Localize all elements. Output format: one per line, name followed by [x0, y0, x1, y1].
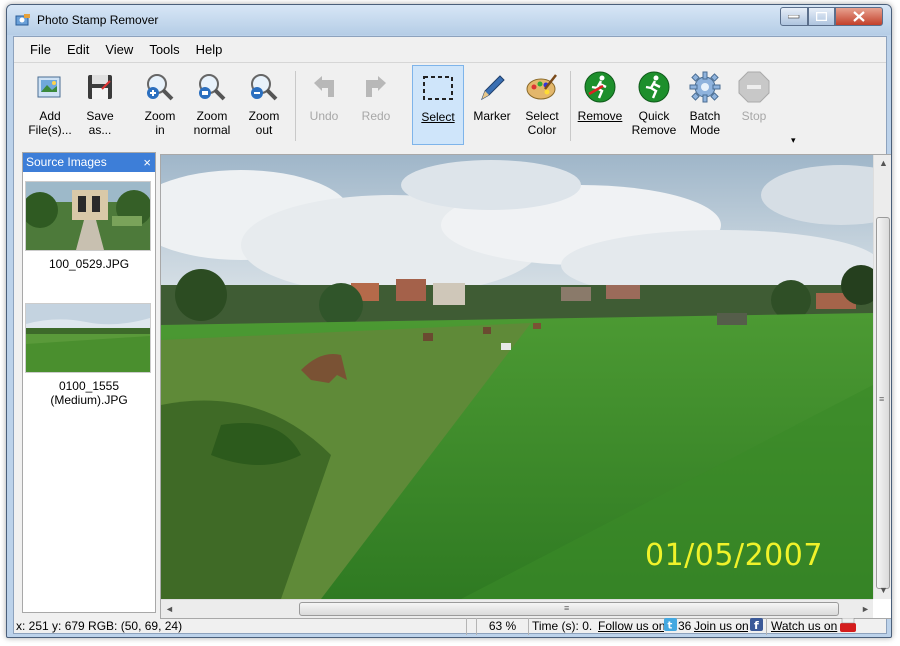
gear-icon: [687, 69, 723, 105]
save-as-button[interactable]: Save as...: [80, 65, 120, 145]
toolbar-overflow-button[interactable]: ▾: [791, 135, 796, 146]
scroll-up-arrow[interactable]: ▲: [879, 158, 888, 168]
menu-edit[interactable]: Edit: [59, 40, 97, 59]
marker-icon: [474, 69, 510, 105]
panel-header: Source Images ×: [23, 153, 155, 172]
thumbnail-image[interactable]: [25, 303, 151, 373]
scroll-down-arrow[interactable]: ▼: [879, 585, 888, 595]
title-bar[interactable]: Photo Stamp Remover: [7, 5, 891, 35]
stop-icon: [736, 69, 772, 105]
zoom-normal-button[interactable]: Zoom normal: [188, 65, 236, 145]
date-stamp-overlay: 01/05/2007: [645, 538, 823, 573]
horizontal-scroll-thumb[interactable]: ≡: [299, 602, 839, 616]
minimize-button[interactable]: [780, 7, 808, 26]
batch-mode-button[interactable]: Batch Mode: [682, 65, 728, 145]
facebook-link[interactable]: Join us on: [694, 618, 748, 635]
thumbnail-image[interactable]: [22, 181, 152, 251]
app-window: Photo Stamp Remover File Edit View Tools…: [6, 4, 892, 638]
minimize-icon: [788, 14, 800, 18]
maximize-button[interactable]: [808, 7, 835, 26]
youtube-icon[interactable]: [838, 618, 860, 635]
menu-file[interactable]: File: [22, 40, 59, 59]
source-images-panel: Source Images × 100_0529.JPG 0100_1555 (…: [22, 152, 156, 613]
stop-button[interactable]: Stop: [732, 65, 776, 145]
menu-help[interactable]: Help: [188, 40, 231, 59]
select-color-button[interactable]: Select Color: [519, 65, 565, 145]
menu-bar: File Edit View Tools Help: [14, 37, 886, 61]
zoom-in-button[interactable]: Zoom in: [138, 65, 182, 145]
toolbar: Add File(s)... Save as... Zoom in Zoom n…: [14, 62, 886, 148]
select-button[interactable]: Select: [412, 65, 464, 145]
toolbar-separator: [570, 71, 571, 141]
processing-time: Time (s): 0.: [528, 618, 598, 635]
twitter-icon[interactable]: t: [664, 618, 678, 635]
svg-text:f: f: [754, 619, 759, 631]
vertical-scrollbar[interactable]: ▲ ≡ ▼: [873, 155, 891, 599]
panel-close-icon[interactable]: ×: [143, 153, 151, 172]
photo-canvas[interactable]: 01/05/2007: [161, 155, 873, 599]
zoom-normal-icon: [194, 69, 230, 105]
image-viewer[interactable]: 01/05/2007 ▲ ≡ ▼ ◄ ≡ ►: [160, 154, 891, 619]
quick-remove-button[interactable]: Quick Remove: [628, 65, 680, 145]
redo-button[interactable]: Redo: [356, 65, 396, 145]
zoom-out-icon: [246, 69, 282, 105]
remove-button[interactable]: Remove: [574, 65, 626, 145]
zoom-out-button[interactable]: Zoom out: [242, 65, 286, 145]
window-title: Photo Stamp Remover: [37, 13, 159, 27]
quick-remove-icon: [636, 69, 672, 105]
zoom-level: 63 %: [476, 618, 528, 635]
horizontal-scrollbar[interactable]: ◄ ≡ ►: [161, 599, 873, 618]
panel-title: Source Images: [26, 155, 107, 169]
vertical-scroll-thumb[interactable]: ≡: [876, 217, 890, 589]
svg-text:t: t: [668, 621, 673, 632]
add-photo-icon: [32, 69, 68, 105]
twitter-link[interactable]: Follow us on: [598, 618, 664, 635]
palette-icon: [524, 69, 560, 105]
redo-icon: [358, 69, 394, 105]
maximize-icon: [816, 12, 827, 21]
status-divider: [466, 618, 476, 635]
facebook-icon[interactable]: f: [748, 618, 766, 635]
add-files-button[interactable]: Add File(s)...: [28, 65, 72, 145]
save-icon: [82, 69, 118, 105]
scroll-left-arrow[interactable]: ◄: [165, 604, 174, 614]
menu-view[interactable]: View: [97, 40, 141, 59]
remove-run-icon: [582, 69, 618, 105]
menu-tools[interactable]: Tools: [141, 40, 187, 59]
undo-button[interactable]: Undo: [304, 65, 344, 145]
client-area: File Edit View Tools Help Add File(s)...…: [13, 36, 891, 635]
scroll-right-arrow[interactable]: ►: [861, 604, 870, 614]
landscape-photo: [161, 155, 873, 599]
youtube-link[interactable]: Watch us on: [766, 618, 838, 635]
app-icon: [15, 14, 30, 26]
follower-count: 36: [678, 619, 692, 633]
marker-button[interactable]: Marker: [469, 65, 515, 145]
select-rectangle-icon: [420, 70, 456, 106]
cursor-readout: x: 251 y: 679 RGB: (50, 69, 24): [16, 619, 183, 633]
zoom-in-icon: [142, 69, 178, 105]
undo-icon: [306, 69, 342, 105]
close-icon: [853, 11, 865, 22]
toolbar-separator: [295, 71, 296, 141]
status-bar: x: 251 y: 679 RGB: (50, 69, 24) 63 % Tim…: [14, 618, 886, 635]
thumbnail-label: 100_0529.JPG: [48, 257, 130, 271]
close-button[interactable]: [835, 7, 883, 26]
thumbnail-label: 0100_1555 (Medium).JPG: [50, 379, 128, 407]
